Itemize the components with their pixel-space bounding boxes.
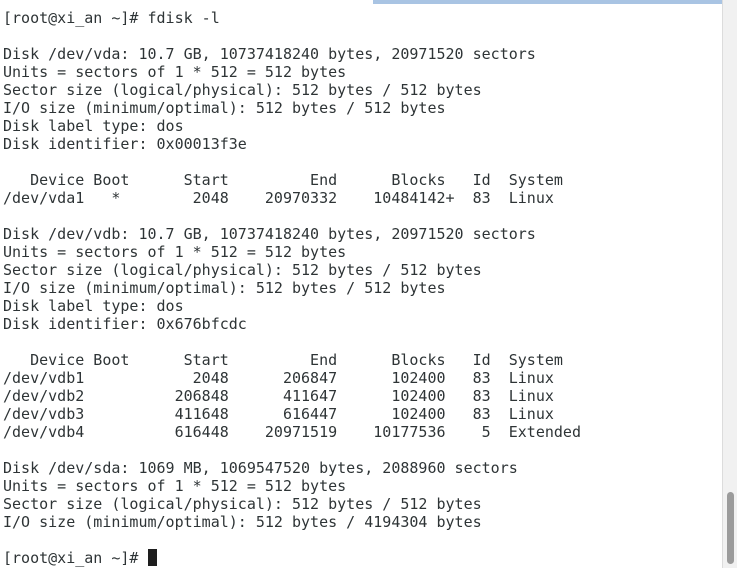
terminal-line-7: Disk label type: dos xyxy=(3,117,184,135)
terminal-line-15: Sector size (logical/physical): 512 byte… xyxy=(3,261,482,279)
prompt-text: [root@xi_an ~]# xyxy=(3,549,148,567)
terminal-line-21: /dev/vdb1 2048 206847 102400 83 Linux xyxy=(3,369,554,387)
vertical-scrollbar[interactable] xyxy=(722,0,737,568)
terminal-line-27: Units = sectors of 1 * 512 = 512 bytes xyxy=(3,477,347,495)
terminal-line-17: Disk label type: dos xyxy=(3,297,184,315)
prompt-line[interactable]: [root@xi_an ~]# xyxy=(3,549,157,567)
scrollbar-thumb[interactable] xyxy=(727,492,734,564)
terminal-output[interactable]: [root@xi_an ~]# fdisk -l Disk /dev/vda: … xyxy=(0,0,722,568)
terminal-line-11: /dev/vda1 * 2048 20970332 10484142+ 83 L… xyxy=(3,189,554,207)
terminal-line-8: Disk identifier: 0x00013f3e xyxy=(3,135,247,153)
terminal-line-18: Disk identifier: 0x676bfcdc xyxy=(3,315,247,333)
terminal-line-20: Device Boot Start End Blocks Id System xyxy=(3,351,563,369)
terminal-line-3: Disk /dev/vda: 10.7 GB, 10737418240 byte… xyxy=(3,45,536,63)
terminal-line-4: Units = sectors of 1 * 512 = 512 bytes xyxy=(3,63,347,81)
terminal-line-1: [root@xi_an ~]# fdisk -l xyxy=(3,9,220,27)
tab-indicator xyxy=(373,0,722,4)
terminal-line-6: I/O size (minimum/optimal): 512 bytes / … xyxy=(3,99,446,117)
terminal-line-26: Disk /dev/sda: 1069 MB, 1069547520 bytes… xyxy=(3,459,518,477)
terminal-line-29: I/O size (minimum/optimal): 512 bytes / … xyxy=(3,513,482,531)
terminal-line-5: Sector size (logical/physical): 512 byte… xyxy=(3,81,482,99)
terminal-line-10: Device Boot Start End Blocks Id System xyxy=(3,171,563,189)
terminal-line-14: Units = sectors of 1 * 512 = 512 bytes xyxy=(3,243,347,261)
terminal-line-22: /dev/vdb2 206848 411647 102400 83 Linux xyxy=(3,387,554,405)
terminal-line-28: Sector size (logical/physical): 512 byte… xyxy=(3,495,482,513)
terminal-line-16: I/O size (minimum/optimal): 512 bytes / … xyxy=(3,279,446,297)
terminal-line-13: Disk /dev/vdb: 10.7 GB, 10737418240 byte… xyxy=(3,225,536,243)
terminal-line-24: /dev/vdb4 616448 20971519 10177536 5 Ext… xyxy=(3,423,581,441)
text-cursor xyxy=(147,549,157,566)
terminal-line-23: /dev/vdb3 411648 616447 102400 83 Linux xyxy=(3,405,554,423)
